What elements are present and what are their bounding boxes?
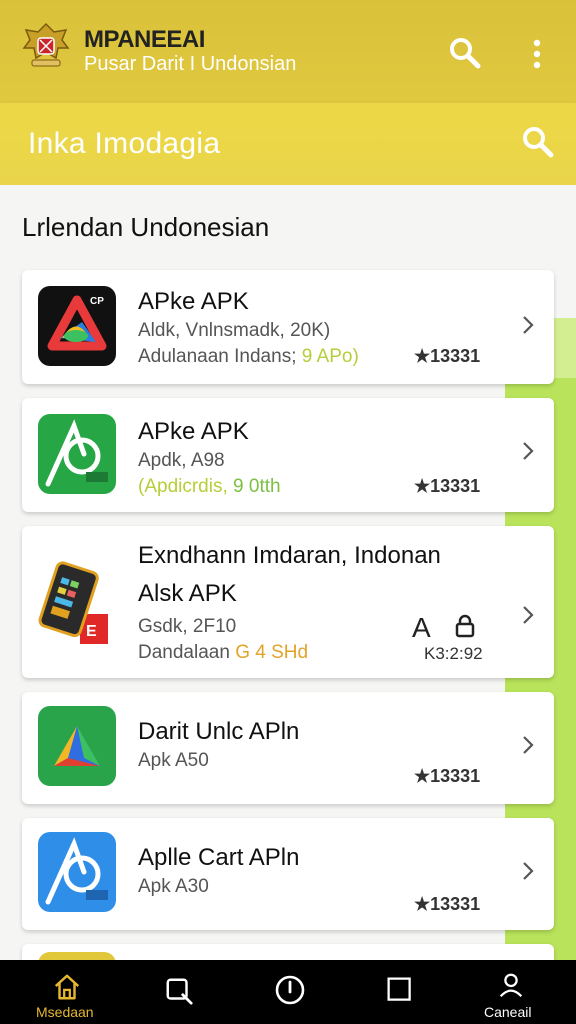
app-meta: Aldk, Vnlnsmadk, 20K) bbox=[138, 320, 331, 341]
rating: ★13331 bbox=[414, 894, 481, 914]
app-info-highlight: 9 APo) bbox=[301, 346, 359, 367]
app-info-highlight: 9 0tth bbox=[233, 476, 281, 497]
rating: ★13331 bbox=[414, 346, 481, 366]
nav-account[interactable]: Caneail bbox=[474, 960, 546, 1024]
chevron-right-icon bbox=[523, 736, 534, 754]
app-title: MPANEEAI bbox=[84, 26, 205, 53]
search-input[interactable]: Inka Imodagia bbox=[28, 127, 220, 161]
clock-icon bbox=[275, 975, 305, 1005]
chevron-right-icon bbox=[523, 442, 534, 460]
app-list-item[interactable]: APke APK Apdk, A98 (Apdicrdis, 9 0tth ★1… bbox=[22, 398, 554, 512]
nav-home-label: Msedaan bbox=[36, 1004, 94, 1020]
rating: ★13331 bbox=[414, 476, 481, 496]
app-name-secondary: Alsk APK bbox=[138, 580, 237, 607]
app-info-highlight: G 4 SHd bbox=[235, 642, 309, 663]
chevron-right-icon bbox=[523, 606, 534, 624]
app-info-text: Adulanaan Indans; bbox=[138, 346, 297, 367]
app-meta: Apk A30 bbox=[138, 876, 209, 897]
app-name: APke APK bbox=[138, 288, 249, 315]
app-list-item[interactable]: Aplle Cart APln Apk A30 ★13331 bbox=[22, 818, 554, 930]
app-icon bbox=[38, 414, 116, 494]
lock-icon bbox=[455, 614, 475, 638]
chevron-right-icon bbox=[523, 862, 534, 880]
app-name: APke APK bbox=[138, 418, 249, 445]
section-title: Lrlendan Undonesian bbox=[22, 212, 270, 242]
more-vert-icon[interactable] bbox=[526, 38, 548, 72]
rating: ★13331 bbox=[414, 766, 481, 786]
app-info-text: (Apdicrdis, bbox=[138, 476, 228, 497]
nav-home[interactable]: Msedaan bbox=[30, 960, 106, 1024]
app-subtitle: Pusar Darit I Undonsian bbox=[84, 53, 297, 75]
app-list-item[interactable]: E Exndhann Imdaran, Indonan Alsk APK Gsd… bbox=[22, 526, 554, 678]
app-badge-letter: A bbox=[412, 612, 431, 643]
app-icon bbox=[38, 706, 116, 786]
app-info: Adulanaan Indans; 9 APo) bbox=[138, 346, 359, 368]
search-icon bbox=[166, 978, 193, 1005]
app-meta: Apdk, A98 bbox=[138, 450, 225, 471]
nav-search[interactable] bbox=[150, 960, 210, 1024]
svg-text:CP: CP bbox=[90, 296, 104, 307]
app-info: Dandalaan G 4 SHd bbox=[138, 642, 308, 664]
garuda-emblem-icon bbox=[22, 22, 70, 67]
square-icon bbox=[387, 977, 411, 1001]
nav-account-label: Caneail bbox=[484, 1004, 532, 1020]
person-icon bbox=[499, 973, 523, 998]
app-info-text: Dandalaan bbox=[138, 642, 230, 663]
app-meta: Gsdk, 2F10 bbox=[138, 616, 237, 637]
app-meta: Apk A50 bbox=[138, 750, 209, 771]
rating: K3:2:92 bbox=[424, 644, 483, 663]
home-icon bbox=[54, 974, 80, 1000]
app-icon: CP bbox=[38, 286, 116, 366]
app-name: Aplle Cart APln bbox=[138, 844, 300, 871]
bottom-navigation: Msedaan Caneail bbox=[0, 960, 576, 1024]
search-bar[interactable]: Inka Imodagia bbox=[0, 103, 576, 185]
chevron-right-icon bbox=[523, 316, 534, 334]
nav-recent[interactable] bbox=[260, 960, 320, 1024]
app-list-item[interactable]: CP APke APK Aldk, Vnlnsmadk, 20K) Adulan… bbox=[22, 270, 554, 384]
svg-text:E: E bbox=[86, 623, 97, 640]
nav-apps[interactable] bbox=[370, 960, 430, 1024]
app-icon bbox=[38, 832, 116, 912]
app-list-item[interactable]: Darit Unlc APln Apk A50 ★13331 bbox=[22, 692, 554, 804]
search-icon[interactable] bbox=[520, 124, 556, 160]
search-icon[interactable] bbox=[448, 36, 482, 70]
app-icon: E bbox=[34, 558, 124, 650]
app-name: Exndhann Imdaran, Indonan bbox=[138, 542, 441, 569]
app-info: (Apdicrdis, 9 0tth bbox=[138, 476, 281, 498]
app-name: Darit Unlc APln bbox=[138, 718, 300, 745]
